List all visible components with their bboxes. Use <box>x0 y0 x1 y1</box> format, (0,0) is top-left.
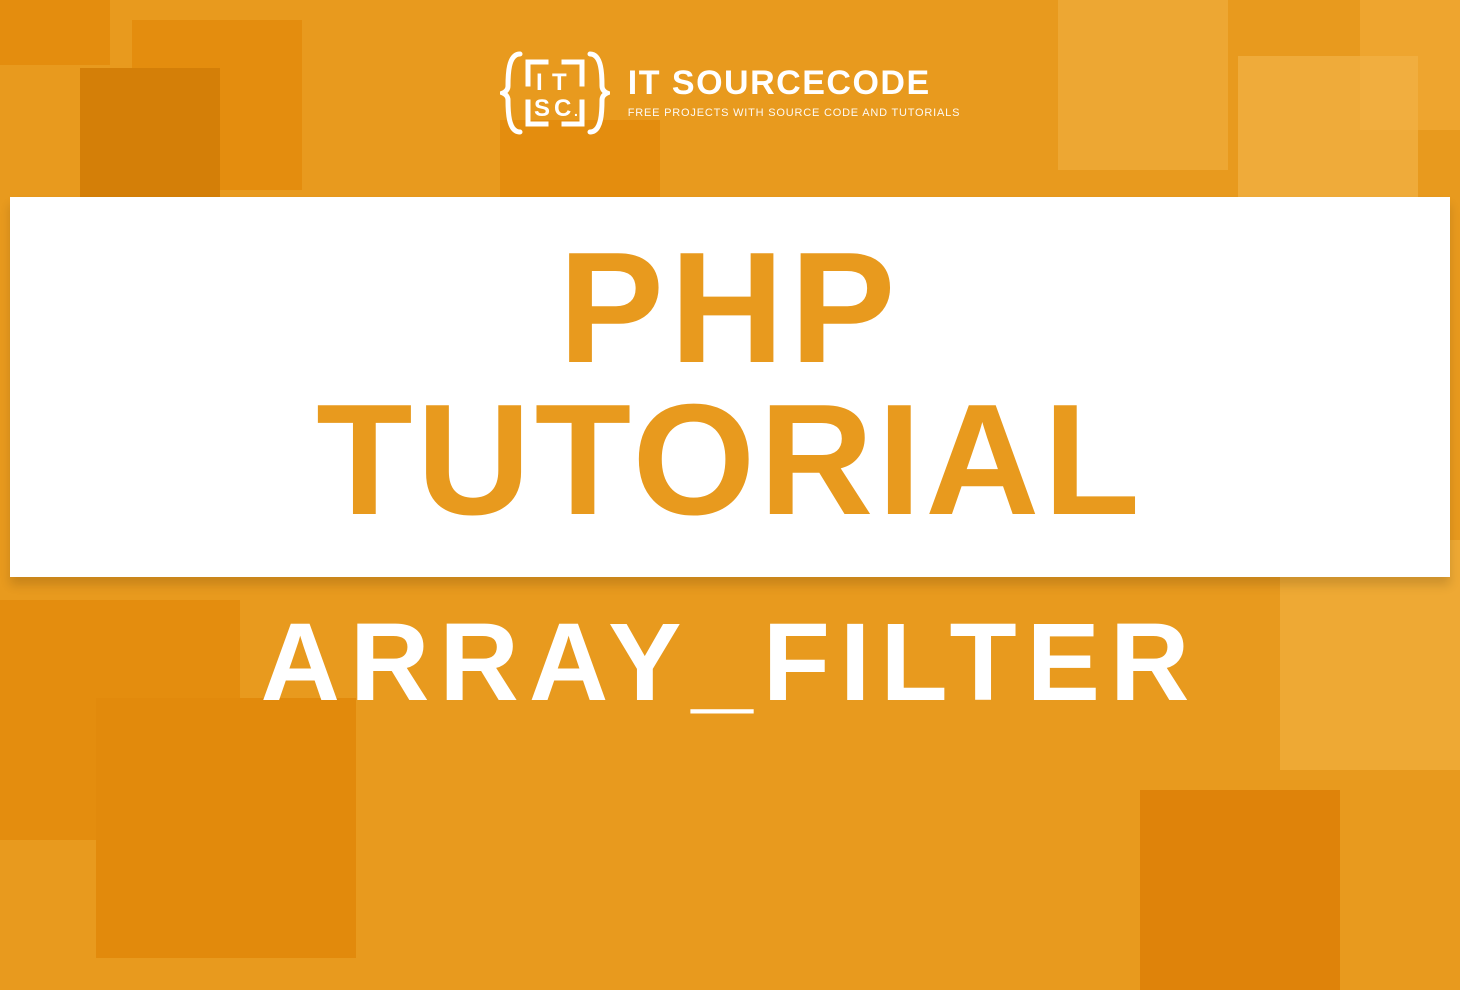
svg-text:I: I <box>536 69 543 96</box>
hero-title-line2: TUTORIAL <box>316 383 1144 538</box>
logo-area: I T S C . IT SOURCECODE FREE PROJECTS WI… <box>0 44 1460 142</box>
svg-text:T: T <box>552 69 567 96</box>
banner-canvas: I T S C . IT SOURCECODE FREE PROJECTS WI… <box>0 0 1460 900</box>
svg-text:.: . <box>574 103 578 119</box>
svg-text:C: C <box>554 95 571 122</box>
svg-text:S: S <box>534 95 550 122</box>
decorative-square <box>1140 790 1340 990</box>
hero-panel: PHP TUTORIAL <box>10 197 1450 577</box>
brand-name: IT SOURCECODE <box>628 66 960 102</box>
brand-text: IT SOURCECODE FREE PROJECTS WITH SOURCE … <box>628 66 960 119</box>
hero-subtitle: ARRAY_FILTER <box>0 608 1460 718</box>
brand-mark-icon: I T S C . <box>500 44 610 142</box>
decorative-square <box>96 698 356 958</box>
brand-logo: I T S C . IT SOURCECODE FREE PROJECTS WI… <box>500 44 960 142</box>
hero-title-line1: PHP <box>559 236 902 381</box>
brand-tagline: FREE PROJECTS WITH SOURCE CODE AND TUTOR… <box>628 108 960 120</box>
